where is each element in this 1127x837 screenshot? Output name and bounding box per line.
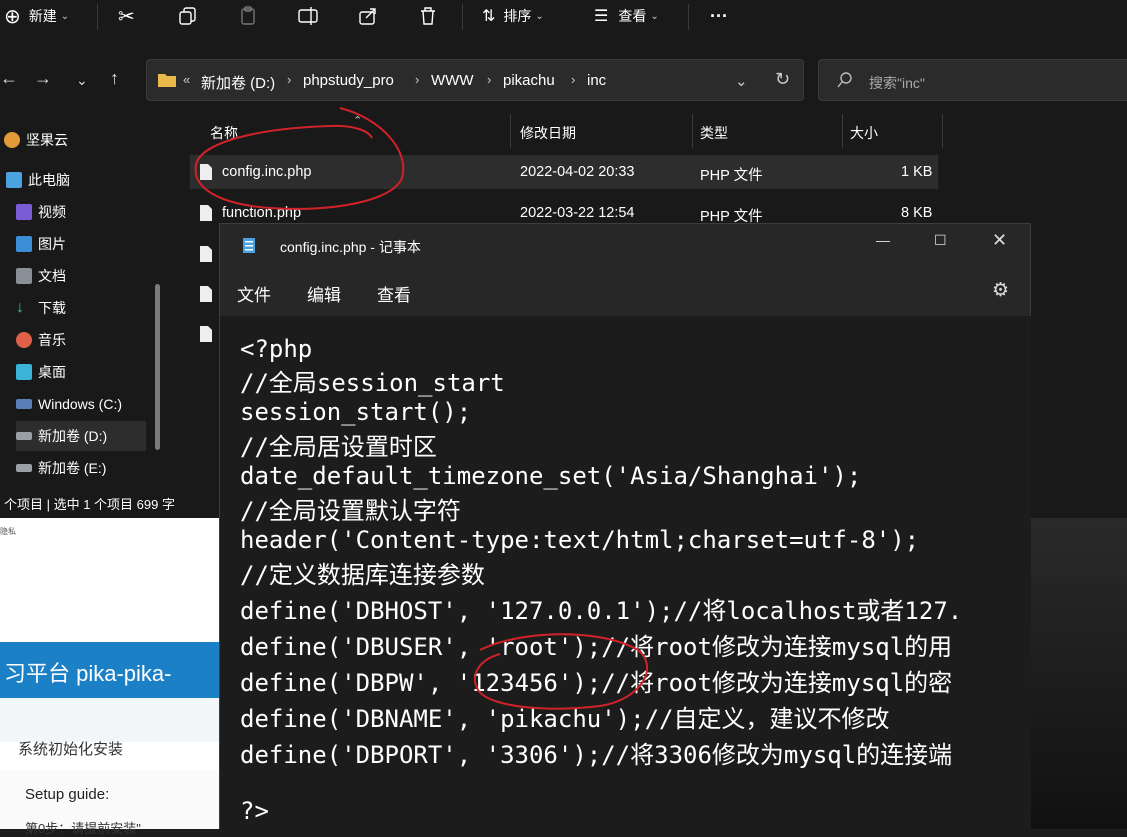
annotation-overlay — [194, 107, 649, 710]
annotation-circle-password — [473, 633, 649, 710]
annotation-circle-config-file — [194, 107, 405, 210]
